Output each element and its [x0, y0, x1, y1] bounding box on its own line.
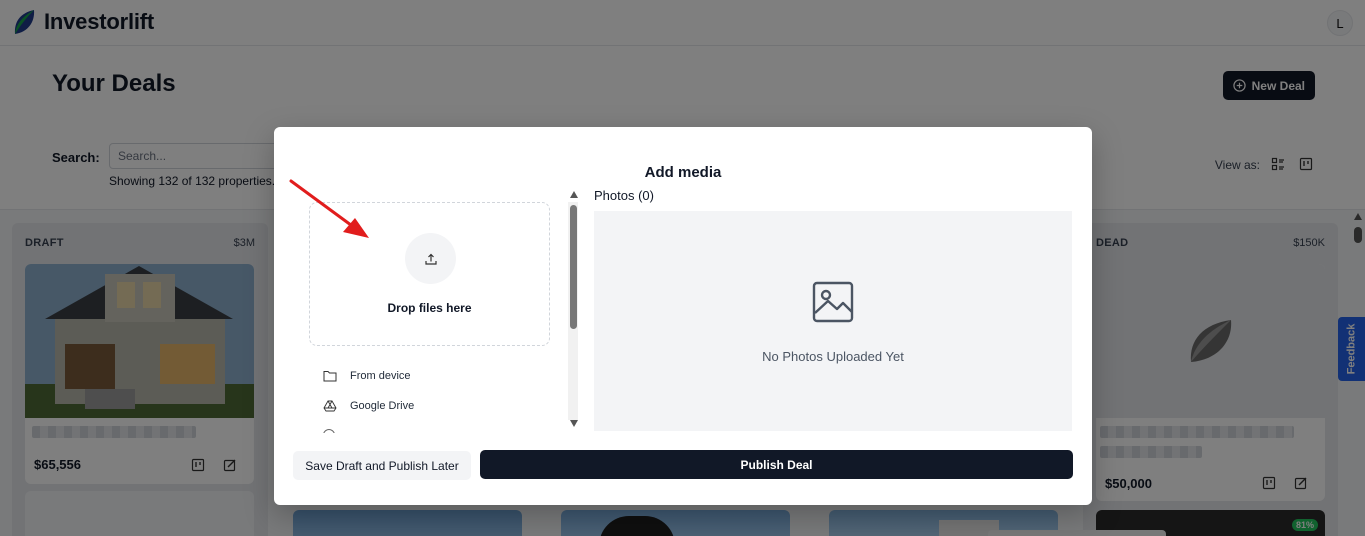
- panel-scroll-up-arrow[interactable]: [570, 191, 578, 198]
- panel-scroll-down-arrow[interactable]: [570, 420, 578, 427]
- modal-title: Add media: [274, 164, 1092, 181]
- google-drive-icon: [323, 400, 337, 412]
- more-sources-cutoff: [323, 429, 335, 433]
- upload-button[interactable]: [405, 233, 456, 284]
- publish-deal-button[interactable]: Publish Deal: [480, 450, 1073, 479]
- modal-title-text: Add media: [644, 164, 722, 181]
- source-label: From device: [350, 370, 411, 382]
- no-photos-text: No Photos Uploaded Yet: [762, 349, 904, 364]
- drop-files-text: Drop files here: [387, 301, 472, 315]
- save-draft-button[interactable]: Save Draft and Publish Later: [293, 451, 471, 480]
- source-label: Google Drive: [350, 400, 415, 412]
- photos-count-label: Photos (0): [594, 188, 654, 203]
- folder-icon: [323, 371, 337, 382]
- upload-icon: [424, 253, 437, 265]
- photos-gallery-empty: No Photos Uploaded Yet: [594, 211, 1072, 431]
- panel-scrollbar-thumb[interactable]: [570, 205, 577, 329]
- source-from-device[interactable]: From device: [323, 370, 411, 382]
- source-google-drive[interactable]: Google Drive: [323, 400, 414, 412]
- annotation-arrow-icon: [289, 179, 369, 238]
- add-media-modal: Add media Drop files here From device Go…: [274, 127, 1092, 505]
- image-placeholder-icon: [812, 281, 854, 323]
